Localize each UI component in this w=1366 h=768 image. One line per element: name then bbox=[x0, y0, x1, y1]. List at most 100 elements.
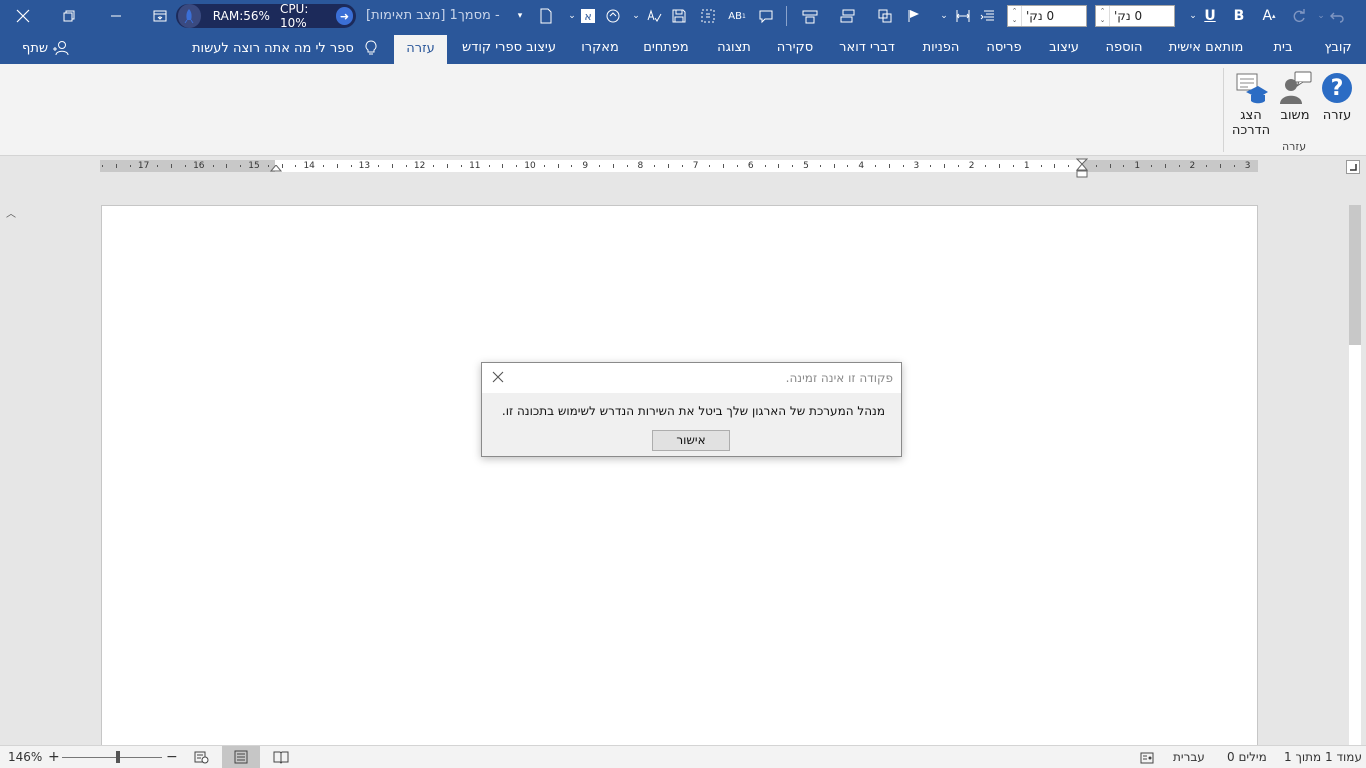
zoom-slider[interactable] bbox=[62, 757, 162, 758]
tab-references[interactable]: הפניות bbox=[916, 32, 966, 64]
horizontal-ruler[interactable]: 17 16 15 14 13 12 11 10 9 8 7 6 5 4 3 2 1 1 2 3 bbox=[100, 158, 1258, 178]
tab-developer[interactable]: מפתחים bbox=[636, 32, 696, 64]
ruler-tick bbox=[516, 165, 518, 167]
tab-custom[interactable]: מותאם אישית bbox=[1164, 32, 1248, 64]
page-count[interactable]: עמוד 1 מתוך 1 bbox=[1284, 746, 1362, 768]
tell-me-box[interactable]: ספר לי מה אתה רוצה לעשות bbox=[192, 32, 378, 64]
tab-macro[interactable]: מאקרו bbox=[576, 32, 624, 64]
collapse-ribbon-icon[interactable]: ︿ bbox=[6, 205, 16, 220]
abc-button[interactable]: AB 1 bbox=[725, 0, 749, 32]
close-icon[interactable] bbox=[490, 369, 506, 385]
ruler-number: 9 bbox=[582, 161, 589, 171]
ruler-tick bbox=[336, 164, 338, 168]
bold-button[interactable]: B bbox=[1227, 0, 1251, 32]
comment-icon bbox=[759, 10, 773, 24]
feedback-button[interactable]: משוב bbox=[1274, 70, 1316, 123]
ruler-tick bbox=[1068, 165, 1070, 167]
spinner-arrows-icon[interactable]: ⌃ ⌄ bbox=[1008, 6, 1022, 26]
ruler-tick bbox=[626, 165, 628, 167]
ok-button[interactable]: אישור bbox=[652, 430, 730, 451]
help-button[interactable]: ? עזרה bbox=[1318, 70, 1356, 123]
ruler-tick bbox=[944, 164, 945, 168]
left-indent-marker-icon[interactable] bbox=[270, 165, 282, 173]
macro-recording-icon[interactable] bbox=[1140, 750, 1154, 768]
print-layout-button[interactable] bbox=[222, 746, 260, 768]
zoom-in-button[interactable]: + bbox=[48, 746, 60, 768]
sync-button[interactable] bbox=[601, 0, 625, 32]
zoom-level[interactable]: 146% bbox=[8, 746, 42, 768]
document-page[interactable] bbox=[101, 205, 1258, 750]
tab-holy-books-design[interactable]: עיצוב ספרי קודש bbox=[455, 32, 563, 64]
tab-design[interactable]: עיצוב bbox=[1042, 32, 1086, 64]
word-count[interactable]: 0 מילים bbox=[1227, 746, 1267, 768]
hebrew-letter-button[interactable]: א bbox=[576, 0, 600, 32]
ruler-tick bbox=[502, 164, 504, 168]
ruler-tick bbox=[129, 165, 131, 167]
tab-insert[interactable]: הוספה bbox=[1098, 32, 1150, 64]
restore-window-button[interactable] bbox=[56, 0, 82, 32]
read-mode-button[interactable] bbox=[262, 746, 300, 768]
ruler-tick bbox=[461, 165, 462, 167]
spacing-after-spinner[interactable]: ⌃ ⌄ 0 נק' bbox=[1007, 5, 1087, 27]
ruler-tick bbox=[957, 165, 959, 167]
ruler-tick bbox=[985, 165, 987, 167]
tab-mailings[interactable]: דברי דואר bbox=[832, 32, 902, 64]
spelling-button[interactable] bbox=[642, 0, 666, 32]
share-button[interactable]: שתף bbox=[22, 32, 70, 64]
language-indicator[interactable]: עברית bbox=[1173, 746, 1205, 768]
ribbon-display-options-button[interactable] bbox=[148, 0, 172, 32]
minimize-window-button[interactable] bbox=[103, 0, 129, 32]
vertical-ruler[interactable] bbox=[1349, 205, 1361, 745]
performance-monitor[interactable]: RAM:56% CPU: 10% ➜ bbox=[176, 2, 356, 30]
spacing-before-value[interactable]: 0 נק' bbox=[1110, 9, 1174, 23]
customize-qat-chevron-icon[interactable]: ▾ bbox=[508, 0, 532, 32]
training-graduation-icon bbox=[1233, 70, 1269, 106]
show-training-button[interactable]: הצג הדרכה bbox=[1228, 70, 1274, 138]
aleph-icon: א bbox=[581, 9, 595, 23]
arrange-button[interactable] bbox=[836, 0, 860, 32]
ruler-tick bbox=[681, 165, 683, 167]
undo-button[interactable] bbox=[1324, 0, 1348, 32]
spacing-after-value[interactable]: 0 נק' bbox=[1022, 9, 1086, 23]
arrange-icon bbox=[840, 9, 855, 23]
tab-file[interactable]: קובץ bbox=[1318, 32, 1358, 64]
tab-view[interactable]: תצוגה bbox=[710, 32, 758, 64]
new-document-button[interactable] bbox=[534, 0, 558, 32]
zoom-slider-thumb[interactable] bbox=[115, 751, 120, 763]
copy-format-button[interactable] bbox=[873, 0, 897, 32]
column-width-button[interactable] bbox=[951, 0, 975, 32]
tab-selector-icon[interactable] bbox=[1346, 160, 1360, 174]
flag-button[interactable] bbox=[902, 0, 926, 32]
close-window-button[interactable] bbox=[8, 0, 38, 32]
paragraph-direction-button[interactable] bbox=[976, 0, 1000, 32]
feedback-person-icon bbox=[1277, 70, 1313, 106]
font-size-button[interactable]: A ▴ bbox=[1257, 0, 1281, 32]
print-layout-icon bbox=[234, 750, 248, 764]
tab-review[interactable]: סקירה bbox=[772, 32, 818, 64]
arrow-right-icon[interactable]: ➜ bbox=[335, 7, 353, 25]
ruler-tick bbox=[1040, 165, 1042, 167]
right-indent-marker-icon[interactable] bbox=[1076, 158, 1088, 180]
layout-icon bbox=[802, 10, 818, 24]
spacing-before-spinner[interactable]: ⌃ ⌄ 0 נק' bbox=[1095, 5, 1175, 27]
ruler-number: 7 bbox=[692, 161, 699, 171]
spinner-arrows-icon[interactable]: ⌃ ⌄ bbox=[1096, 6, 1110, 26]
select-all-button[interactable] bbox=[696, 0, 720, 32]
qat-divider bbox=[786, 6, 787, 26]
redo-button[interactable] bbox=[1287, 0, 1311, 32]
zoom-out-button[interactable]: − bbox=[166, 746, 178, 768]
tab-home[interactable]: בית bbox=[1264, 32, 1302, 64]
tab-layout[interactable]: פריסה bbox=[980, 32, 1028, 64]
comment-button[interactable] bbox=[754, 0, 778, 32]
ruler-number: 6 bbox=[747, 161, 754, 171]
restore-icon bbox=[63, 10, 75, 22]
ruler-tick bbox=[171, 164, 173, 168]
web-layout-button[interactable] bbox=[182, 746, 220, 768]
tab-help[interactable]: עזרה bbox=[394, 35, 447, 64]
ruler-tick bbox=[599, 165, 600, 167]
ruler-tick bbox=[1123, 165, 1125, 167]
add-person-icon bbox=[53, 41, 69, 56]
layout-button[interactable] bbox=[798, 0, 822, 32]
underline-button[interactable]: U bbox=[1198, 0, 1222, 32]
save-button[interactable] bbox=[667, 0, 691, 32]
